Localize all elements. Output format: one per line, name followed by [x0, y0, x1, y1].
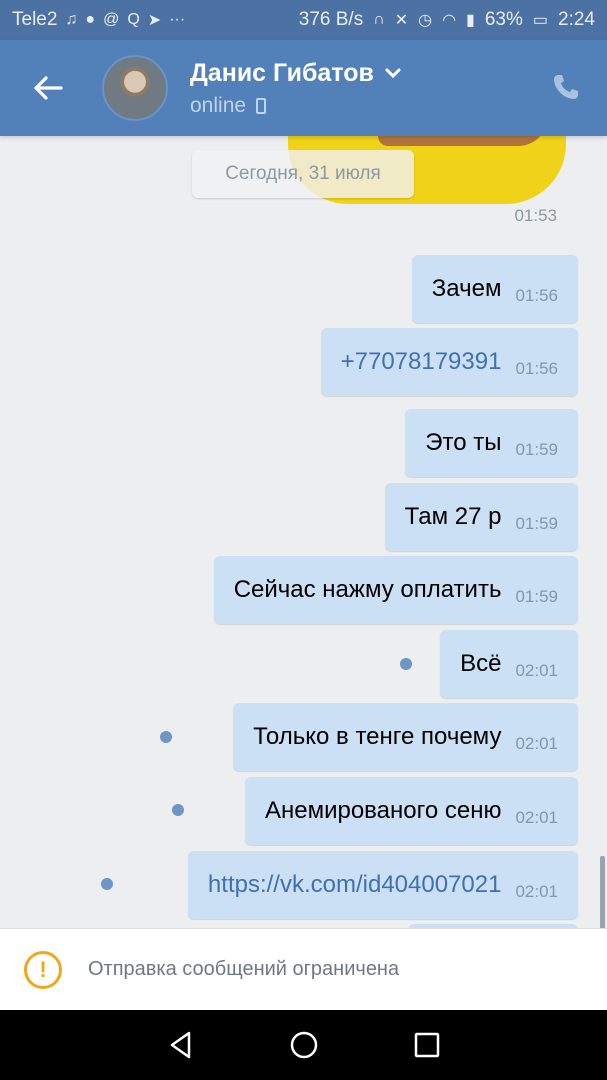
chat-header: Данис Гибатов online	[0, 40, 607, 136]
message-text: Зачем	[431, 275, 502, 302]
battery-percent: 63%	[484, 9, 523, 30]
nav-home-icon[interactable]	[289, 1030, 319, 1060]
search-app-icon: Q	[127, 11, 140, 28]
sticker-time: 01:53	[514, 206, 557, 225]
music-icon: ♫	[65, 11, 78, 28]
message-text: Это ты	[425, 429, 502, 456]
phone-link[interactable]: +77078179391	[341, 348, 502, 376]
message-time: 01:56	[515, 286, 558, 305]
message-bubble[interactable]: Всё 02:01	[440, 630, 578, 698]
message-bubble[interactable]: Сейчас нажму оплатить 01:59	[213, 556, 578, 624]
message-time: 01:59	[515, 587, 558, 606]
message-bubble[interactable]: Зачем 01:56	[411, 255, 578, 323]
more-notifications-icon: ···	[169, 11, 186, 28]
back-arrow-icon	[34, 76, 63, 100]
avatar[interactable]	[102, 55, 168, 121]
battery-icon: ▭	[532, 12, 549, 29]
message-bubble[interactable]: Анемированого сеню 02:01	[244, 777, 578, 845]
message-bubble[interactable]: Там 27 р 01:59	[384, 483, 578, 551]
unread-indicator	[400, 658, 412, 670]
message-text: Всё	[460, 650, 502, 677]
message-bubble[interactable]: +77078179391 01:56	[320, 328, 578, 396]
scrollbar[interactable]	[600, 856, 605, 928]
unread-indicator	[172, 804, 184, 816]
message-text: Только в тенге почему	[253, 723, 502, 750]
profile-link[interactable]: https://vk.com/id404007021	[208, 871, 502, 899]
mobile-device-icon	[256, 97, 267, 114]
nav-recents-icon[interactable]	[414, 1032, 440, 1058]
at-icon: @	[103, 11, 120, 28]
message-time: 01:59	[515, 440, 558, 459]
call-button[interactable]	[551, 72, 581, 107]
phone-icon	[554, 75, 578, 99]
message-bubble[interactable]: Только в тенге почему 02:01	[233, 703, 578, 771]
message-text: Сейчас нажму оплатить	[233, 576, 502, 603]
contact-status: online	[190, 93, 247, 117]
mute-icon: ✕	[394, 12, 409, 29]
wifi-icon: ◠	[442, 12, 457, 29]
contact-info[interactable]: Данис Гибатов online	[190, 59, 402, 118]
restriction-notice: ! Отправка сообщений ограничена	[0, 928, 607, 1010]
message-time: 01:56	[515, 359, 558, 378]
nav-back-icon[interactable]	[167, 1030, 195, 1060]
back-button[interactable]	[0, 40, 96, 136]
network-speed: 376 B/s	[298, 9, 364, 30]
unread-indicator	[101, 878, 113, 890]
message-time: 02:01	[515, 882, 558, 901]
message-text: Анемированого сеню	[264, 797, 502, 824]
headphones-icon: ∩	[373, 11, 385, 28]
signal-icon: ▮	[466, 12, 475, 29]
message-bubble[interactable]: Это ты 01:59	[405, 409, 578, 477]
carrier-label: Tele2	[12, 9, 58, 30]
message-list[interactable]: 01:53 Сегодня, 31 июля Зачем 01:56 +7707…	[0, 136, 607, 928]
chat-bubble-icon: ●	[85, 11, 96, 28]
message-time: 02:01	[515, 734, 558, 753]
message-text: Там 27 р	[404, 503, 502, 530]
message-time: 02:01	[515, 808, 558, 827]
status-bar: Tele2 ♫ ● @ Q ➤ ··· 376 B/s ∩ ✕ ◷ ◠ ▮ 63…	[0, 0, 607, 40]
message-bubble[interactable]: https://vk.com/id404007021 02:01	[187, 851, 578, 919]
date-separator: Сегодня, 31 июля	[192, 150, 414, 198]
contact-name: Данис Гибатов	[190, 58, 374, 87]
alarm-icon: ◷	[418, 12, 433, 29]
system-nav-bar	[0, 1010, 607, 1080]
message-time: 01:59	[515, 514, 558, 533]
telegram-icon: ➤	[147, 12, 162, 29]
restriction-text: Отправка сообщений ограничена	[88, 958, 400, 980]
clock: 2:24	[558, 9, 595, 30]
warning-icon: !	[24, 950, 62, 989]
unread-indicator	[160, 731, 172, 743]
chevron-down-icon	[385, 68, 401, 79]
message-time: 02:01	[515, 661, 558, 680]
